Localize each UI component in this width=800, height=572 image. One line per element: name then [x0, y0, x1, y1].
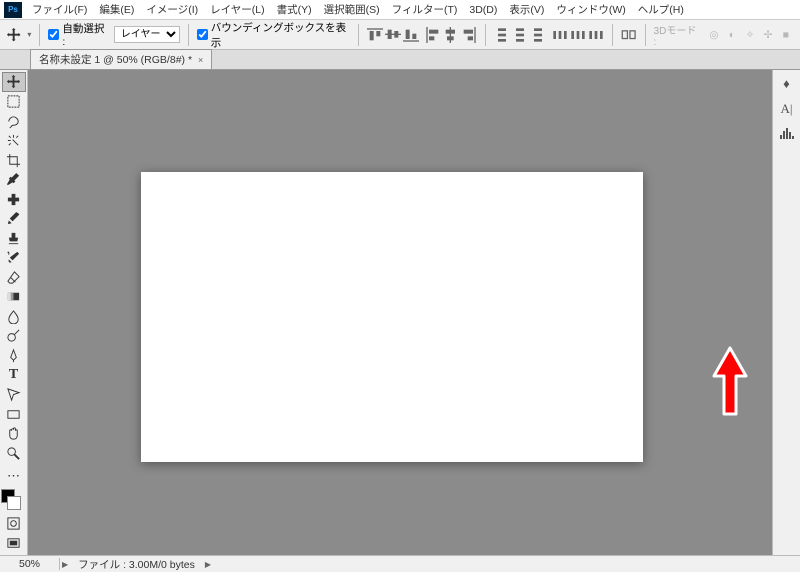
- history-brush-tool[interactable]: [2, 248, 26, 268]
- screenmode-tool[interactable]: [2, 533, 26, 553]
- close-icon[interactable]: ×: [198, 55, 203, 65]
- brush-tool[interactable]: [2, 209, 26, 229]
- auto-select-label: 自動選択 :: [62, 21, 107, 48]
- gradient-tool[interactable]: [2, 287, 26, 307]
- path-tool[interactable]: [2, 385, 26, 405]
- dist-3-icon[interactable]: [530, 27, 546, 43]
- color-swatches[interactable]: [0, 486, 27, 514]
- 3d-slide-icon: ✢: [760, 27, 776, 43]
- stamp-tool[interactable]: [2, 228, 26, 248]
- crop-tool[interactable]: [2, 150, 26, 170]
- dist-1-icon[interactable]: [494, 27, 510, 43]
- align-left-icon[interactable]: [425, 27, 441, 43]
- blur-tool[interactable]: [2, 307, 26, 327]
- toolbar: T ⋯: [0, 70, 28, 555]
- character-icon[interactable]: A|: [781, 101, 793, 117]
- layer-select[interactable]: レイヤー: [114, 26, 180, 43]
- canvas-viewport[interactable]: [28, 70, 772, 555]
- pen-tool[interactable]: [2, 346, 26, 366]
- type-tool[interactable]: T: [2, 365, 26, 385]
- align-right-icon[interactable]: [461, 27, 477, 43]
- move-tool-icon[interactable]: [6, 27, 21, 43]
- document-tabbar: 名称未設定 1 @ 50% (RGB/8#) * ×: [0, 50, 800, 70]
- dist-4-icon[interactable]: [552, 27, 568, 43]
- status-chevron-icon[interactable]: ▶: [60, 560, 70, 569]
- bbox-checkbox[interactable]: [197, 29, 208, 40]
- move-tool[interactable]: [2, 72, 26, 92]
- heal-tool[interactable]: [2, 189, 26, 209]
- hand-tool[interactable]: [2, 424, 26, 444]
- dist-6-icon[interactable]: [588, 27, 604, 43]
- status-chevron2-icon[interactable]: ▶: [203, 560, 213, 569]
- distribute-group-1: [494, 27, 546, 43]
- 3d-camera-icon: ■: [778, 27, 794, 43]
- marquee-tool[interactable]: [2, 92, 26, 112]
- document-tab[interactable]: 名称未設定 1 @ 50% (RGB/8#) * ×: [30, 49, 212, 69]
- annotation-arrow-icon: [708, 342, 752, 422]
- histogram-icon[interactable]: [780, 127, 794, 142]
- mode3d-icons: ◎ ◐ ✧ ✢ ■: [706, 27, 794, 43]
- properties-icon[interactable]: ♦: [783, 76, 790, 91]
- app-logo: Ps: [4, 2, 22, 18]
- document-tab-title: 名称未設定 1 @ 50% (RGB/8#) *: [39, 52, 192, 67]
- menu-window[interactable]: ウィンドウ(W): [550, 0, 631, 19]
- menubar: Ps ファイル(F) 編集(E) イメージ(I) レイヤー(L) 書式(Y) 選…: [0, 0, 800, 20]
- distribute-group-2: [552, 27, 604, 43]
- menu-layer[interactable]: レイヤー(L): [204, 0, 271, 19]
- 3d-pan-icon: ✧: [742, 27, 758, 43]
- menu-edit[interactable]: 編集(E): [93, 0, 140, 19]
- align-bottom-icon[interactable]: [403, 27, 419, 43]
- 3d-roll-icon: ◐: [724, 27, 740, 43]
- eyedropper-tool[interactable]: [2, 170, 26, 190]
- menu-filter[interactable]: フィルター(T): [386, 0, 464, 19]
- align-hcenter-icon[interactable]: [443, 27, 459, 43]
- bbox-label: バウンディングボックスを表示: [211, 20, 351, 50]
- menu-select[interactable]: 選択範囲(S): [318, 0, 386, 19]
- main-area: T ⋯ ♦ A|: [0, 70, 800, 555]
- align-top-icon[interactable]: [367, 27, 383, 43]
- mode3d-label: 3Dモード :: [654, 22, 700, 48]
- lasso-tool[interactable]: [2, 111, 26, 131]
- document-canvas[interactable]: [141, 172, 643, 462]
- dist-2-icon[interactable]: [512, 27, 528, 43]
- status-file-info: ファイル : 3.00M/0 bytes: [70, 557, 203, 572]
- quickmask-tool[interactable]: [2, 514, 26, 534]
- edit-toolbar[interactable]: ⋯: [2, 466, 26, 486]
- rectangle-tool[interactable]: [2, 404, 26, 424]
- auto-select-checkbox[interactable]: [48, 29, 59, 40]
- align-vcenter-icon[interactable]: [385, 27, 401, 43]
- wand-tool[interactable]: [2, 131, 26, 151]
- menu-image[interactable]: イメージ(I): [140, 0, 204, 19]
- dist-5-icon[interactable]: [570, 27, 586, 43]
- 3d-orbit-icon: ◎: [706, 27, 722, 43]
- menu-file[interactable]: ファイル(F): [26, 0, 93, 19]
- menu-type[interactable]: 書式(Y): [271, 0, 318, 19]
- status-zoom[interactable]: 50%: [0, 558, 60, 570]
- background-swatch[interactable]: [7, 496, 21, 510]
- menu-help[interactable]: ヘルプ(H): [632, 0, 690, 19]
- dodge-tool[interactable]: [2, 326, 26, 346]
- zoom-tool[interactable]: [2, 443, 26, 463]
- right-panel: ♦ A|: [772, 70, 800, 555]
- auto-align-icon[interactable]: [621, 27, 636, 43]
- options-bar: ▾ 自動選択 : レイヤー バウンディングボックスを表示 3Dモード : ◎ ◐: [0, 20, 800, 50]
- eraser-tool[interactable]: [2, 268, 26, 288]
- align-group-1: [367, 27, 419, 43]
- align-group-2: [425, 27, 477, 43]
- status-bar: 50% ▶ ファイル : 3.00M/0 bytes ▶: [0, 555, 800, 572]
- menu-3d[interactable]: 3D(D): [463, 2, 503, 18]
- menu-view[interactable]: 表示(V): [503, 0, 550, 19]
